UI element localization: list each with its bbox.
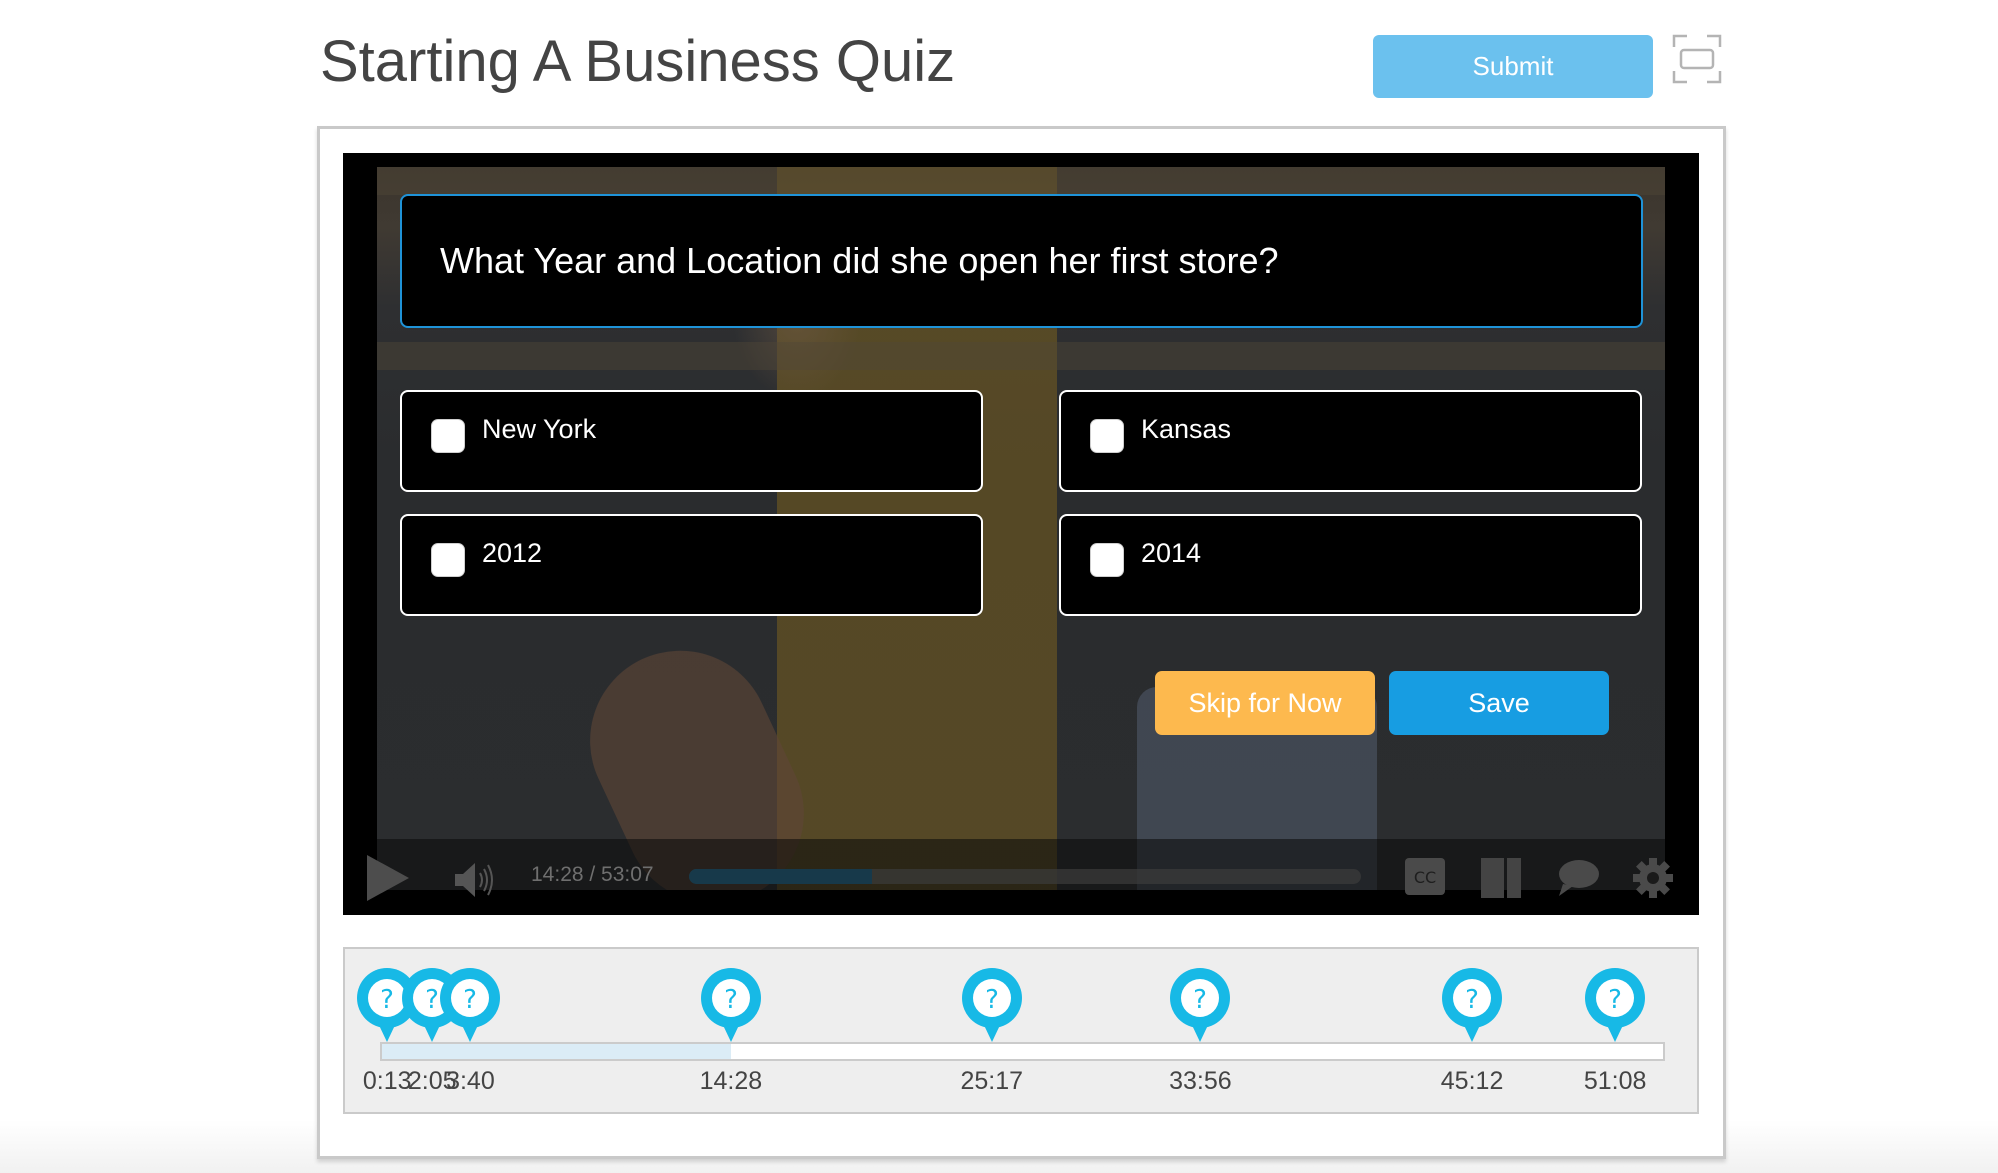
checkbox[interactable] — [1090, 543, 1124, 577]
answer-label: 2014 — [1141, 538, 1202, 568]
checkbox[interactable] — [1090, 419, 1124, 453]
question-text: What Year and Location did she open her … — [400, 194, 1643, 328]
gear-icon[interactable] — [1633, 858, 1673, 898]
timeline-track[interactable] — [380, 1042, 1665, 1061]
svg-text:?: ? — [1465, 985, 1479, 1015]
svg-text:?: ? — [425, 985, 439, 1015]
volume-icon[interactable] — [453, 860, 497, 900]
question-marker[interactable]: ? — [961, 967, 1023, 1043]
question-marker-icon: ? — [1585, 968, 1646, 1042]
video-player: What Year and Location did she open her … — [343, 153, 1699, 915]
question-marker[interactable]: ? — [1169, 967, 1231, 1043]
svg-text:?: ? — [380, 985, 394, 1015]
question-marker-icon: ? — [1170, 968, 1231, 1042]
answer-label: 2012 — [482, 538, 543, 568]
marker-time-label: 3:40 — [446, 1067, 495, 1095]
svg-text:?: ? — [724, 985, 738, 1015]
question-marker-icon: ? — [1442, 968, 1503, 1042]
question-marker[interactable]: ? — [439, 967, 501, 1043]
answer-option-new-york[interactable]: New York — [400, 390, 983, 492]
answer-label: Kansas — [1141, 414, 1232, 444]
question-marker-icon: ? — [700, 968, 761, 1042]
video-background — [377, 342, 1665, 370]
columns-icon[interactable] — [1481, 858, 1521, 898]
cc-text: CC — [1414, 868, 1436, 887]
checkbox[interactable] — [431, 543, 465, 577]
marker-time-label: 33:56 — [1169, 1067, 1232, 1095]
marker-time-label: 0:13 — [362, 1067, 412, 1095]
marker-time-label: 45:12 — [1440, 1067, 1504, 1095]
marker-time-label: 25:17 — [960, 1067, 1024, 1095]
answer-option-2012[interactable]: 2012 — [400, 514, 983, 616]
svg-text:?: ? — [1193, 985, 1207, 1015]
question-marker[interactable]: ? — [1584, 967, 1646, 1043]
question-timeline: ? 0:13? 2:05? 3:40? 14:28? 25:17? 33:56? 45:12?… — [343, 947, 1699, 1114]
play-icon[interactable] — [363, 853, 413, 903]
video-background — [377, 167, 1665, 195]
cc-icon[interactable]: CC — [1405, 858, 1445, 895]
chat-icon[interactable] — [1557, 858, 1599, 898]
time-readout: 14:28 / 53:07 — [531, 863, 654, 886]
svg-text:?: ? — [1608, 985, 1622, 1015]
svg-text:?: ? — [464, 985, 478, 1015]
answer-label: New York — [482, 414, 597, 444]
skip-button[interactable]: Skip for Now — [1155, 671, 1375, 735]
fullscreen-icon[interactable] — [1671, 33, 1723, 85]
seek-bar[interactable] — [689, 869, 1361, 884]
page-title: Starting A Business Quiz — [320, 29, 956, 94]
save-button[interactable]: Save — [1389, 671, 1609, 735]
question-marker[interactable]: ? — [1441, 967, 1503, 1043]
answer-option-2014[interactable]: 2014 — [1059, 514, 1642, 616]
checkbox[interactable] — [431, 419, 465, 453]
marker-time-label: 51:08 — [1583, 1067, 1647, 1095]
question-marker[interactable]: ? — [700, 967, 762, 1043]
submit-button[interactable]: Submit — [1373, 35, 1653, 98]
answer-option-kansas[interactable]: Kansas — [1059, 390, 1642, 492]
seek-bar-progress — [689, 869, 873, 884]
question-marker-icon: ? — [961, 968, 1022, 1042]
question-marker-icon: ? — [440, 968, 501, 1042]
svg-text:?: ? — [985, 985, 999, 1015]
marker-time-label: 14:28 — [699, 1067, 763, 1095]
timeline-played — [382, 1044, 731, 1059]
